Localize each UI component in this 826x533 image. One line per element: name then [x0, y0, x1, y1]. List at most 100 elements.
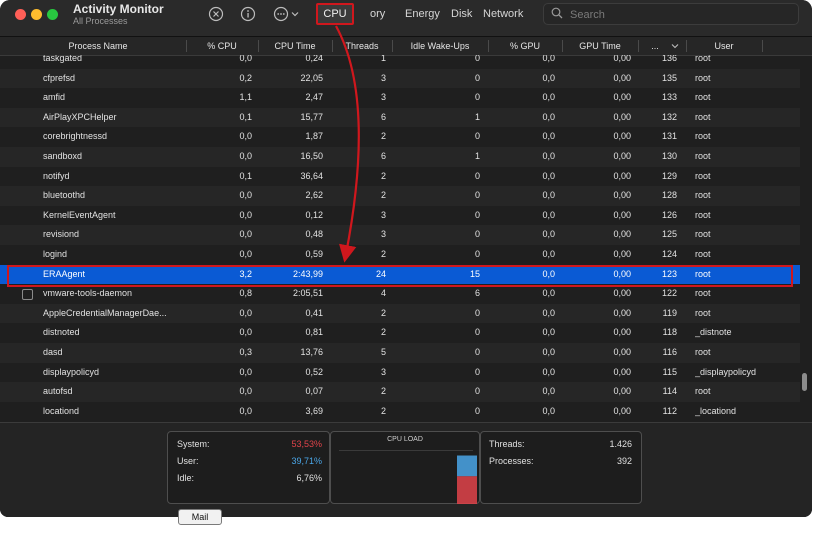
search-box[interactable] — [543, 3, 799, 25]
cell-threads: 2 — [380, 327, 386, 338]
cell-gtime: 0,00 — [613, 366, 631, 377]
process-row[interactable]: distnoted 0,0 0,81 2 0 0,0 0,00 118 _distnote — [0, 323, 800, 343]
col-pid[interactable]: ... — [642, 37, 668, 55]
col-threads[interactable]: Threads — [332, 37, 392, 55]
cell-gtime: 0,00 — [613, 92, 631, 103]
process-row[interactable]: corebrightnessd 0,0 1,87 2 0 0,0 0,00 131 root — [0, 127, 800, 147]
process-row[interactable]: logind 0,0 0,59 2 0 0,0 0,00 124 root — [0, 245, 800, 265]
cell-cpu: 0,0 — [239, 327, 252, 338]
cell-gpu: 0,0 — [542, 327, 555, 338]
col-idle-wakeups[interactable]: Idle Wake-Ups — [392, 37, 488, 55]
sort-chevron-icon[interactable] — [668, 37, 682, 55]
process-row[interactable]: sandboxd 0,0 16,50 6 1 0,0 0,00 130 root — [0, 147, 800, 167]
cell-name: KernelEventAgent — [43, 209, 116, 220]
col-cpu-percent[interactable]: % CPU — [186, 37, 258, 55]
cell-threads: 2 — [380, 170, 386, 181]
cell-user: root — [695, 190, 711, 201]
col-cpu-time[interactable]: CPU Time — [258, 37, 332, 55]
cell-gtime: 0,00 — [613, 386, 631, 397]
minimize-window-button[interactable] — [31, 9, 42, 20]
cell-name: vmware-tools-daemon — [43, 288, 133, 299]
process-row[interactable]: vmware-tools-daemon 0,8 2:05,51 4 6 0,0 0,00 12… — [0, 284, 800, 304]
process-row[interactable]: dasd 0,3 13,76 5 0 0,0 0,00 116 root — [0, 343, 800, 363]
activity-monitor-window: Activity Monitor All Processes CPU ory E… — [0, 0, 812, 517]
cell-gpu: 0,0 — [542, 288, 555, 299]
cell-cpu: 0,0 — [239, 249, 252, 259]
tab-network[interactable]: Network — [483, 6, 523, 22]
cell-wake: 0 — [474, 229, 480, 240]
cell-user: _distnote — [695, 327, 732, 338]
process-row[interactable]: bluetoothd 0,0 2,62 2 0 0,0 0,00 128 root — [0, 186, 800, 206]
cell-wake: 15 — [469, 268, 480, 279]
vertical-scrollbar[interactable] — [802, 373, 807, 391]
cell-threads: 4 — [380, 288, 386, 299]
cell-gtime: 0,00 — [613, 55, 631, 63]
cell-time: 15,77 — [300, 111, 323, 122]
cell-cpu: 0,0 — [239, 151, 252, 161]
cell-threads: 6 — [380, 111, 386, 122]
tab-energy[interactable]: Energy — [405, 6, 440, 22]
search-input[interactable] — [568, 6, 792, 24]
col-process-name[interactable]: Process Name — [8, 37, 188, 55]
process-table: taskgated 0,0 0,24 1 0 0,0 0,00 136 root cfprefsd… — [0, 55, 812, 422]
stop-process-icon[interactable] — [208, 6, 224, 22]
cpu-load-title: CPU LOAD — [387, 436, 423, 443]
process-row[interactable]: revisiond 0,0 0,48 3 0 0,0 0,00 125 root — [0, 225, 800, 245]
cell-pid: 126 — [661, 209, 677, 220]
cell-wake: 0 — [474, 347, 480, 357]
process-row[interactable]: cfprefsd 0,2 22,05 3 0 0,0 0,00 135 root — [0, 68, 800, 89]
processes-value: 392 — [616, 456, 632, 466]
cell-threads: 3 — [380, 72, 386, 83]
cell-time: 2,47 — [305, 92, 323, 103]
cell-time: 13,76 — [300, 347, 323, 357]
cell-user: root — [695, 55, 711, 63]
processes-label: Processes: — [489, 456, 534, 466]
cell-user: root — [695, 131, 711, 142]
cell-pid: 132 — [661, 111, 677, 122]
cell-user: root — [695, 229, 711, 240]
cell-wake: 0 — [474, 386, 480, 397]
cell-cpu: 0,0 — [239, 131, 252, 142]
tab-disk[interactable]: Disk — [451, 6, 472, 22]
process-row[interactable]: taskgated 0,0 0,24 1 0 0,0 0,00 136 root — [0, 55, 800, 69]
col-gpu-time[interactable]: GPU Time — [562, 37, 638, 55]
cell-wake: 0 — [474, 366, 480, 377]
tab-cpu[interactable]: CPU — [316, 3, 354, 25]
process-row[interactable]: autofsd 0,0 0,07 2 0 0,0 0,00 114 root — [0, 382, 800, 402]
col-gpu-percent[interactable]: % GPU — [488, 37, 562, 55]
process-row[interactable]: locationd 0,0 3,69 2 0 0,0 0,00 112 _locationd — [0, 402, 800, 422]
chevron-down-icon[interactable] — [290, 6, 300, 22]
cell-user: root — [695, 72, 711, 83]
cell-name: corebrightnessd — [43, 131, 108, 142]
cell-gpu: 0,0 — [542, 268, 555, 279]
tab-memory[interactable]: ory — [370, 6, 385, 22]
cell-threads: 5 — [380, 347, 386, 357]
cell-threads: 2 — [380, 386, 386, 397]
cell-time: 2:43,99 — [292, 268, 323, 279]
close-window-button[interactable] — [15, 9, 26, 20]
process-row[interactable]: AirPlayXPCHelper 0,1 15,77 6 1 0,0 0,00 132 root — [0, 107, 800, 128]
process-checkbox-icon[interactable] — [22, 289, 33, 301]
cell-gpu: 0,0 — [542, 307, 555, 318]
process-row[interactable]: notifyd 0,1 36,64 2 0 0,0 0,00 129 root — [0, 167, 800, 187]
cell-cpu: 0,3 — [239, 347, 252, 357]
cell-wake: 0 — [474, 307, 480, 318]
cell-gtime: 0,00 — [613, 72, 631, 83]
more-actions-icon[interactable] — [273, 6, 289, 22]
cell-gtime: 0,00 — [613, 249, 631, 259]
zoom-window-button[interactable] — [47, 9, 58, 20]
info-icon[interactable] — [240, 6, 256, 22]
cpu-load-system-bar — [457, 476, 477, 504]
cell-name: cfprefsd — [43, 72, 76, 83]
process-row[interactable]: ERAAgent 3,2 2:43,99 24 15 0,0 0,00 123 root — [0, 264, 800, 285]
cell-gtime: 0,00 — [613, 170, 631, 181]
titlebar: Activity Monitor All Processes CPU ory E… — [0, 0, 812, 37]
process-row[interactable]: displaypolicyd 0,0 0,52 3 0 0,0 0,00 115 _displa… — [0, 363, 800, 383]
cell-name: AppleCredentialManagerDae... — [43, 307, 167, 318]
mail-button[interactable]: Mail — [178, 509, 222, 525]
process-row[interactable]: KernelEventAgent 0,0 0,12 3 0 0,0 0,00 126 root — [0, 206, 800, 226]
process-row[interactable]: amfid 1,1 2,47 3 0 0,0 0,00 133 root — [0, 88, 800, 108]
process-row[interactable]: AppleCredentialManagerDae... 0,0 0,41 2 0 0,0… — [0, 303, 800, 324]
cell-cpu: 0,1 — [239, 111, 252, 122]
col-user[interactable]: User — [686, 37, 762, 55]
